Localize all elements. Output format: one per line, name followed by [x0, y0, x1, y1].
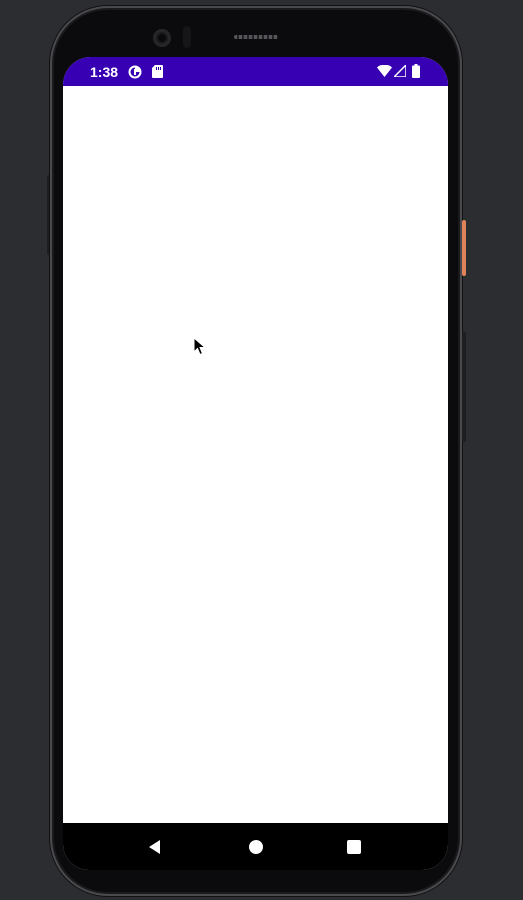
back-icon[interactable]	[145, 837, 165, 857]
volume-button[interactable]	[462, 332, 466, 442]
earpiece-speaker	[234, 35, 278, 39]
navigation-bar	[63, 823, 448, 870]
proximity-sensor	[183, 26, 191, 48]
camera-lens	[158, 34, 166, 42]
status-bar: 1:38	[63, 57, 448, 86]
mouse-pointer-icon	[193, 337, 207, 356]
status-time: 1:38	[90, 64, 119, 80]
battery-icon	[412, 64, 420, 78]
home-icon[interactable]	[246, 837, 266, 857]
data-saver-icon	[128, 65, 142, 79]
front-camera	[153, 29, 171, 47]
phone-screen: 1:38	[63, 57, 448, 870]
recents-icon[interactable]	[344, 837, 364, 857]
power-button[interactable]	[462, 220, 466, 276]
sd-card-icon	[152, 65, 163, 78]
wifi-icon	[377, 65, 392, 77]
cellular-signal-icon	[394, 65, 406, 77]
app-content-area[interactable]	[63, 86, 448, 823]
